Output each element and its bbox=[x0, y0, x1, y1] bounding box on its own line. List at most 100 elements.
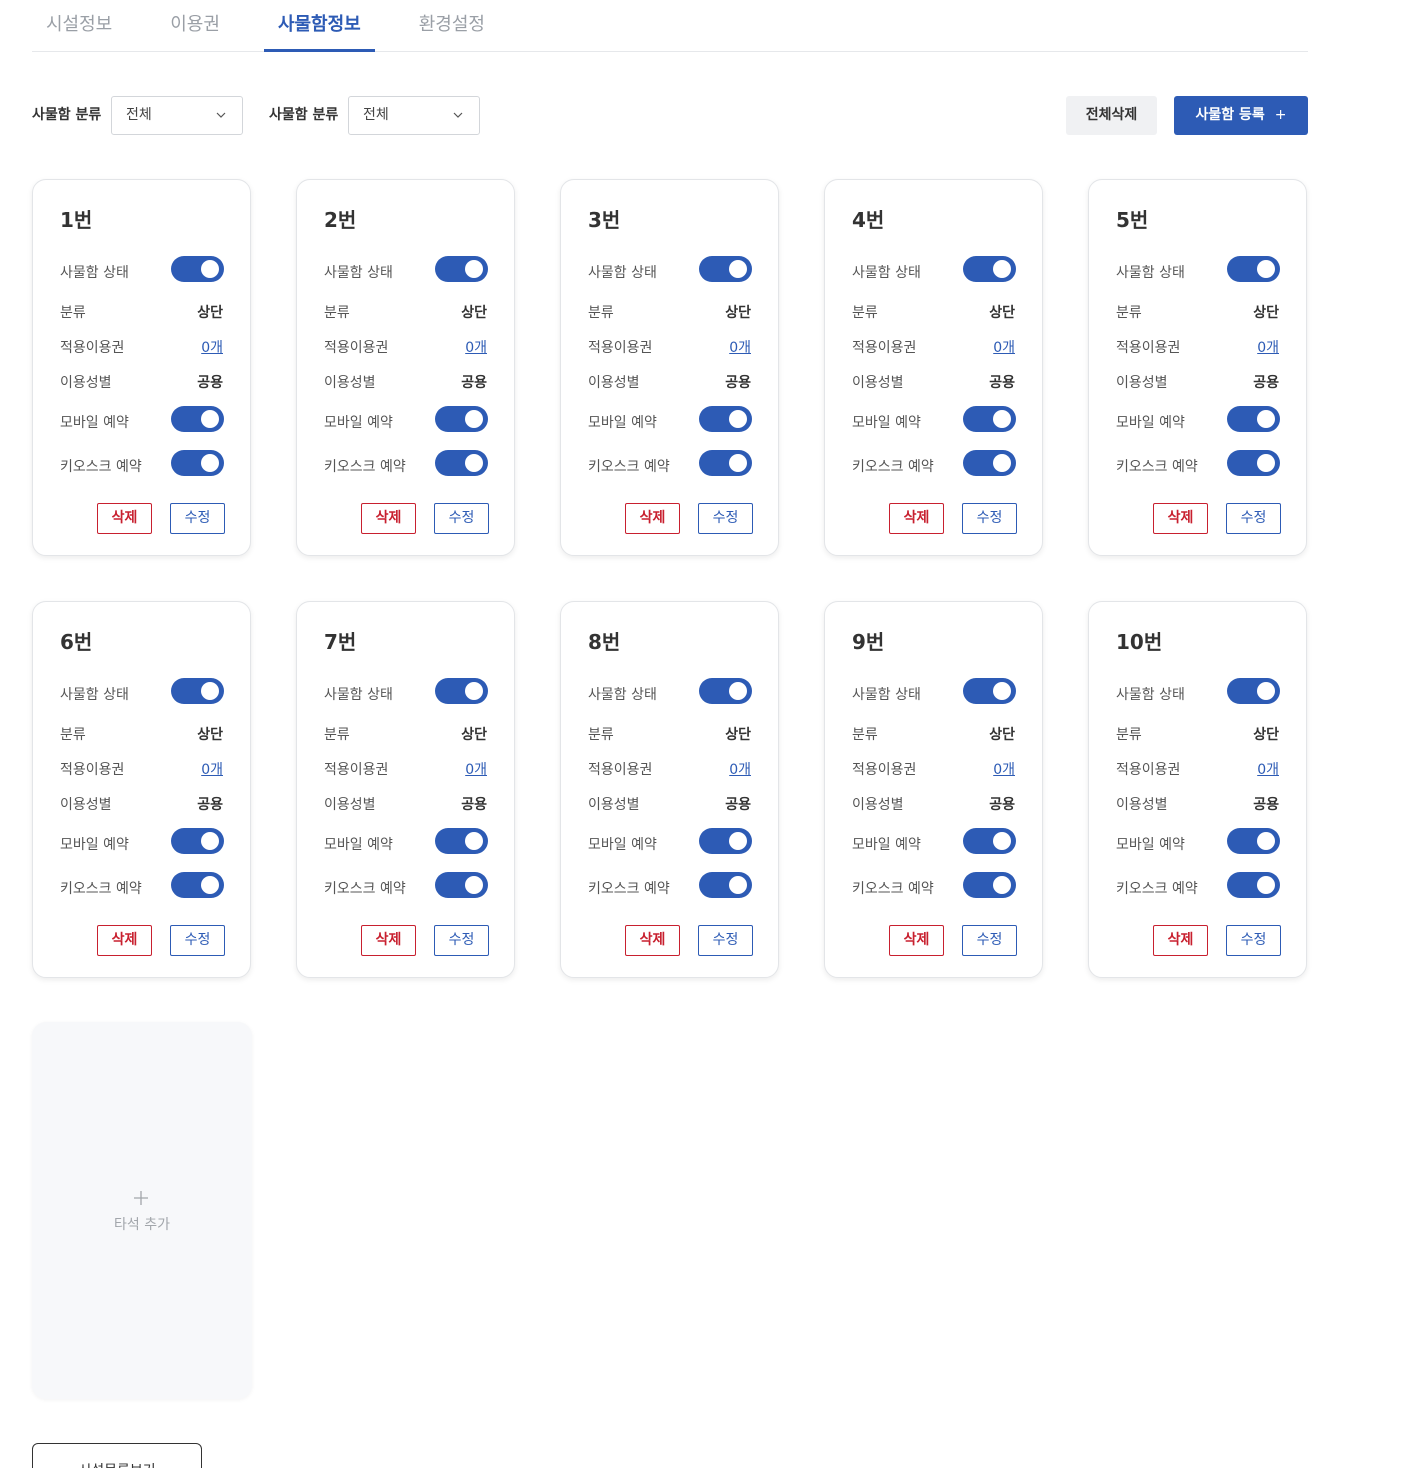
delete-button[interactable]: 삭제 bbox=[625, 503, 680, 534]
status-label: 사물함 상태 bbox=[324, 687, 393, 703]
toggle-knob bbox=[201, 876, 219, 894]
mobile-reservation-toggle[interactable] bbox=[963, 406, 1016, 432]
passes-count-link[interactable]: 0개 bbox=[1257, 337, 1279, 357]
edit-button[interactable]: 수정 bbox=[170, 503, 225, 534]
locker-card: 4번 사물함 상태 분류 상단 적용이용권 0개 이용성별 공용 모바일 예약 … bbox=[824, 179, 1043, 556]
locker-status-toggle[interactable] bbox=[963, 256, 1016, 282]
locker-status-toggle[interactable] bbox=[1227, 256, 1280, 282]
kiosk-reservation-toggle[interactable] bbox=[435, 450, 488, 476]
chevron-down-icon bbox=[453, 112, 463, 118]
select-value-2: 전체 bbox=[363, 107, 389, 123]
gender-value: 공용 bbox=[1253, 797, 1279, 813]
kiosk-reservation-toggle[interactable] bbox=[963, 872, 1016, 898]
locker-status-toggle[interactable] bbox=[171, 256, 224, 282]
delete-all-button[interactable]: 전체삭제 bbox=[1066, 96, 1157, 135]
locker-status-toggle[interactable] bbox=[435, 678, 488, 704]
toggle-knob bbox=[1257, 454, 1275, 472]
passes-count-link[interactable]: 0개 bbox=[465, 337, 487, 357]
toggle-knob bbox=[729, 876, 747, 894]
mobile-reservation-toggle[interactable] bbox=[171, 828, 224, 854]
toggle-knob bbox=[729, 682, 747, 700]
kiosk-reservation-toggle[interactable] bbox=[1227, 450, 1280, 476]
passes-count-link[interactable]: 0개 bbox=[465, 759, 487, 779]
kiosk-reservation-toggle[interactable] bbox=[963, 450, 1016, 476]
passes-count-link[interactable]: 0개 bbox=[729, 759, 751, 779]
kiosk-reservation-toggle[interactable] bbox=[699, 450, 752, 476]
register-locker-button[interactable]: 사물함 등록 + bbox=[1174, 96, 1308, 135]
edit-button[interactable]: 수정 bbox=[1226, 503, 1281, 534]
delete-button[interactable]: 삭제 bbox=[625, 925, 680, 956]
delete-button[interactable]: 삭제 bbox=[889, 503, 944, 534]
delete-button[interactable]: 삭제 bbox=[361, 503, 416, 534]
edit-button[interactable]: 수정 bbox=[434, 503, 489, 534]
edit-button[interactable]: 수정 bbox=[170, 925, 225, 956]
edit-button[interactable]: 수정 bbox=[1226, 925, 1281, 956]
mobile-reservation-toggle[interactable] bbox=[171, 406, 224, 432]
locker-category-select-2[interactable]: 전체 bbox=[348, 96, 480, 135]
kiosk-reservation-toggle[interactable] bbox=[1227, 872, 1280, 898]
category-label: 분류 bbox=[324, 305, 350, 321]
delete-button[interactable]: 삭제 bbox=[889, 925, 944, 956]
locker-status-toggle[interactable] bbox=[435, 256, 488, 282]
select-value-1: 전체 bbox=[126, 107, 152, 123]
mobile-reservation-toggle[interactable] bbox=[435, 828, 488, 854]
edit-button[interactable]: 수정 bbox=[962, 925, 1017, 956]
passes-label: 적용이용권 bbox=[852, 762, 917, 778]
facility-list-button[interactable]: 시설목록보기 bbox=[32, 1443, 202, 1468]
edit-button[interactable]: 수정 bbox=[434, 925, 489, 956]
toggle-knob bbox=[729, 410, 747, 428]
tab-passes[interactable]: 이용권 bbox=[156, 0, 234, 51]
delete-button[interactable]: 삭제 bbox=[97, 925, 152, 956]
tab-facility-info[interactable]: 시설정보 bbox=[32, 0, 126, 51]
locker-number: 9번 bbox=[852, 630, 885, 654]
kiosk-label: 키오스크 예약 bbox=[60, 881, 142, 897]
passes-count-link[interactable]: 0개 bbox=[729, 337, 751, 357]
passes-count-link[interactable]: 0개 bbox=[201, 337, 223, 357]
category-value: 상단 bbox=[197, 727, 223, 743]
locker-status-toggle[interactable] bbox=[963, 678, 1016, 704]
locker-status-toggle[interactable] bbox=[699, 678, 752, 704]
kiosk-reservation-toggle[interactable] bbox=[171, 450, 224, 476]
locker-status-toggle[interactable] bbox=[1227, 678, 1280, 704]
mobile-reservation-toggle[interactable] bbox=[963, 828, 1016, 854]
mobile-reservation-toggle[interactable] bbox=[1227, 828, 1280, 854]
locker-card: 7번 사물함 상태 분류 상단 적용이용권 0개 이용성별 공용 모바일 예약 … bbox=[296, 601, 515, 978]
passes-count-link[interactable]: 0개 bbox=[201, 759, 223, 779]
mobile-label: 모바일 예약 bbox=[1116, 415, 1185, 431]
kiosk-reservation-toggle[interactable] bbox=[435, 872, 488, 898]
delete-button[interactable]: 삭제 bbox=[1153, 925, 1208, 956]
passes-label: 적용이용권 bbox=[1116, 340, 1181, 356]
mobile-reservation-toggle[interactable] bbox=[699, 828, 752, 854]
edit-button[interactable]: 수정 bbox=[698, 503, 753, 534]
locker-number: 5번 bbox=[1116, 208, 1149, 232]
passes-count-link[interactable]: 0개 bbox=[993, 337, 1015, 357]
delete-button[interactable]: 삭제 bbox=[361, 925, 416, 956]
mobile-label: 모바일 예약 bbox=[324, 837, 393, 853]
kiosk-reservation-toggle[interactable] bbox=[171, 872, 224, 898]
gender-label: 이용성별 bbox=[1116, 375, 1168, 391]
passes-count-link[interactable]: 0개 bbox=[993, 759, 1015, 779]
locker-status-toggle[interactable] bbox=[699, 256, 752, 282]
mobile-reservation-toggle[interactable] bbox=[435, 406, 488, 432]
mobile-reservation-toggle[interactable] bbox=[1227, 406, 1280, 432]
add-locker-card[interactable]: 타석 추가 bbox=[32, 1022, 252, 1399]
locker-status-toggle[interactable] bbox=[171, 678, 224, 704]
passes-count-link[interactable]: 0개 bbox=[1257, 759, 1279, 779]
edit-button[interactable]: 수정 bbox=[698, 925, 753, 956]
toggle-knob bbox=[201, 682, 219, 700]
locker-card: 5번 사물함 상태 분류 상단 적용이용권 0개 이용성별 공용 모바일 예약 … bbox=[1088, 179, 1307, 556]
status-label: 사물함 상태 bbox=[60, 265, 129, 281]
locker-category-select-1[interactable]: 전체 bbox=[111, 96, 243, 135]
edit-button[interactable]: 수정 bbox=[962, 503, 1017, 534]
mobile-label: 모바일 예약 bbox=[852, 837, 921, 853]
kiosk-reservation-toggle[interactable] bbox=[699, 872, 752, 898]
kiosk-label: 키오스크 예약 bbox=[324, 459, 406, 475]
tab-locker-info[interactable]: 사물함정보 bbox=[263, 0, 375, 52]
locker-card: 9번 사물함 상태 분류 상단 적용이용권 0개 이용성별 공용 모바일 예약 … bbox=[824, 601, 1043, 978]
tab-settings[interactable]: 환경설정 bbox=[405, 0, 499, 51]
toggle-knob bbox=[1257, 682, 1275, 700]
mobile-reservation-toggle[interactable] bbox=[699, 406, 752, 432]
category-label: 분류 bbox=[60, 727, 86, 743]
delete-button[interactable]: 삭제 bbox=[1153, 503, 1208, 534]
delete-button[interactable]: 삭제 bbox=[97, 503, 152, 534]
